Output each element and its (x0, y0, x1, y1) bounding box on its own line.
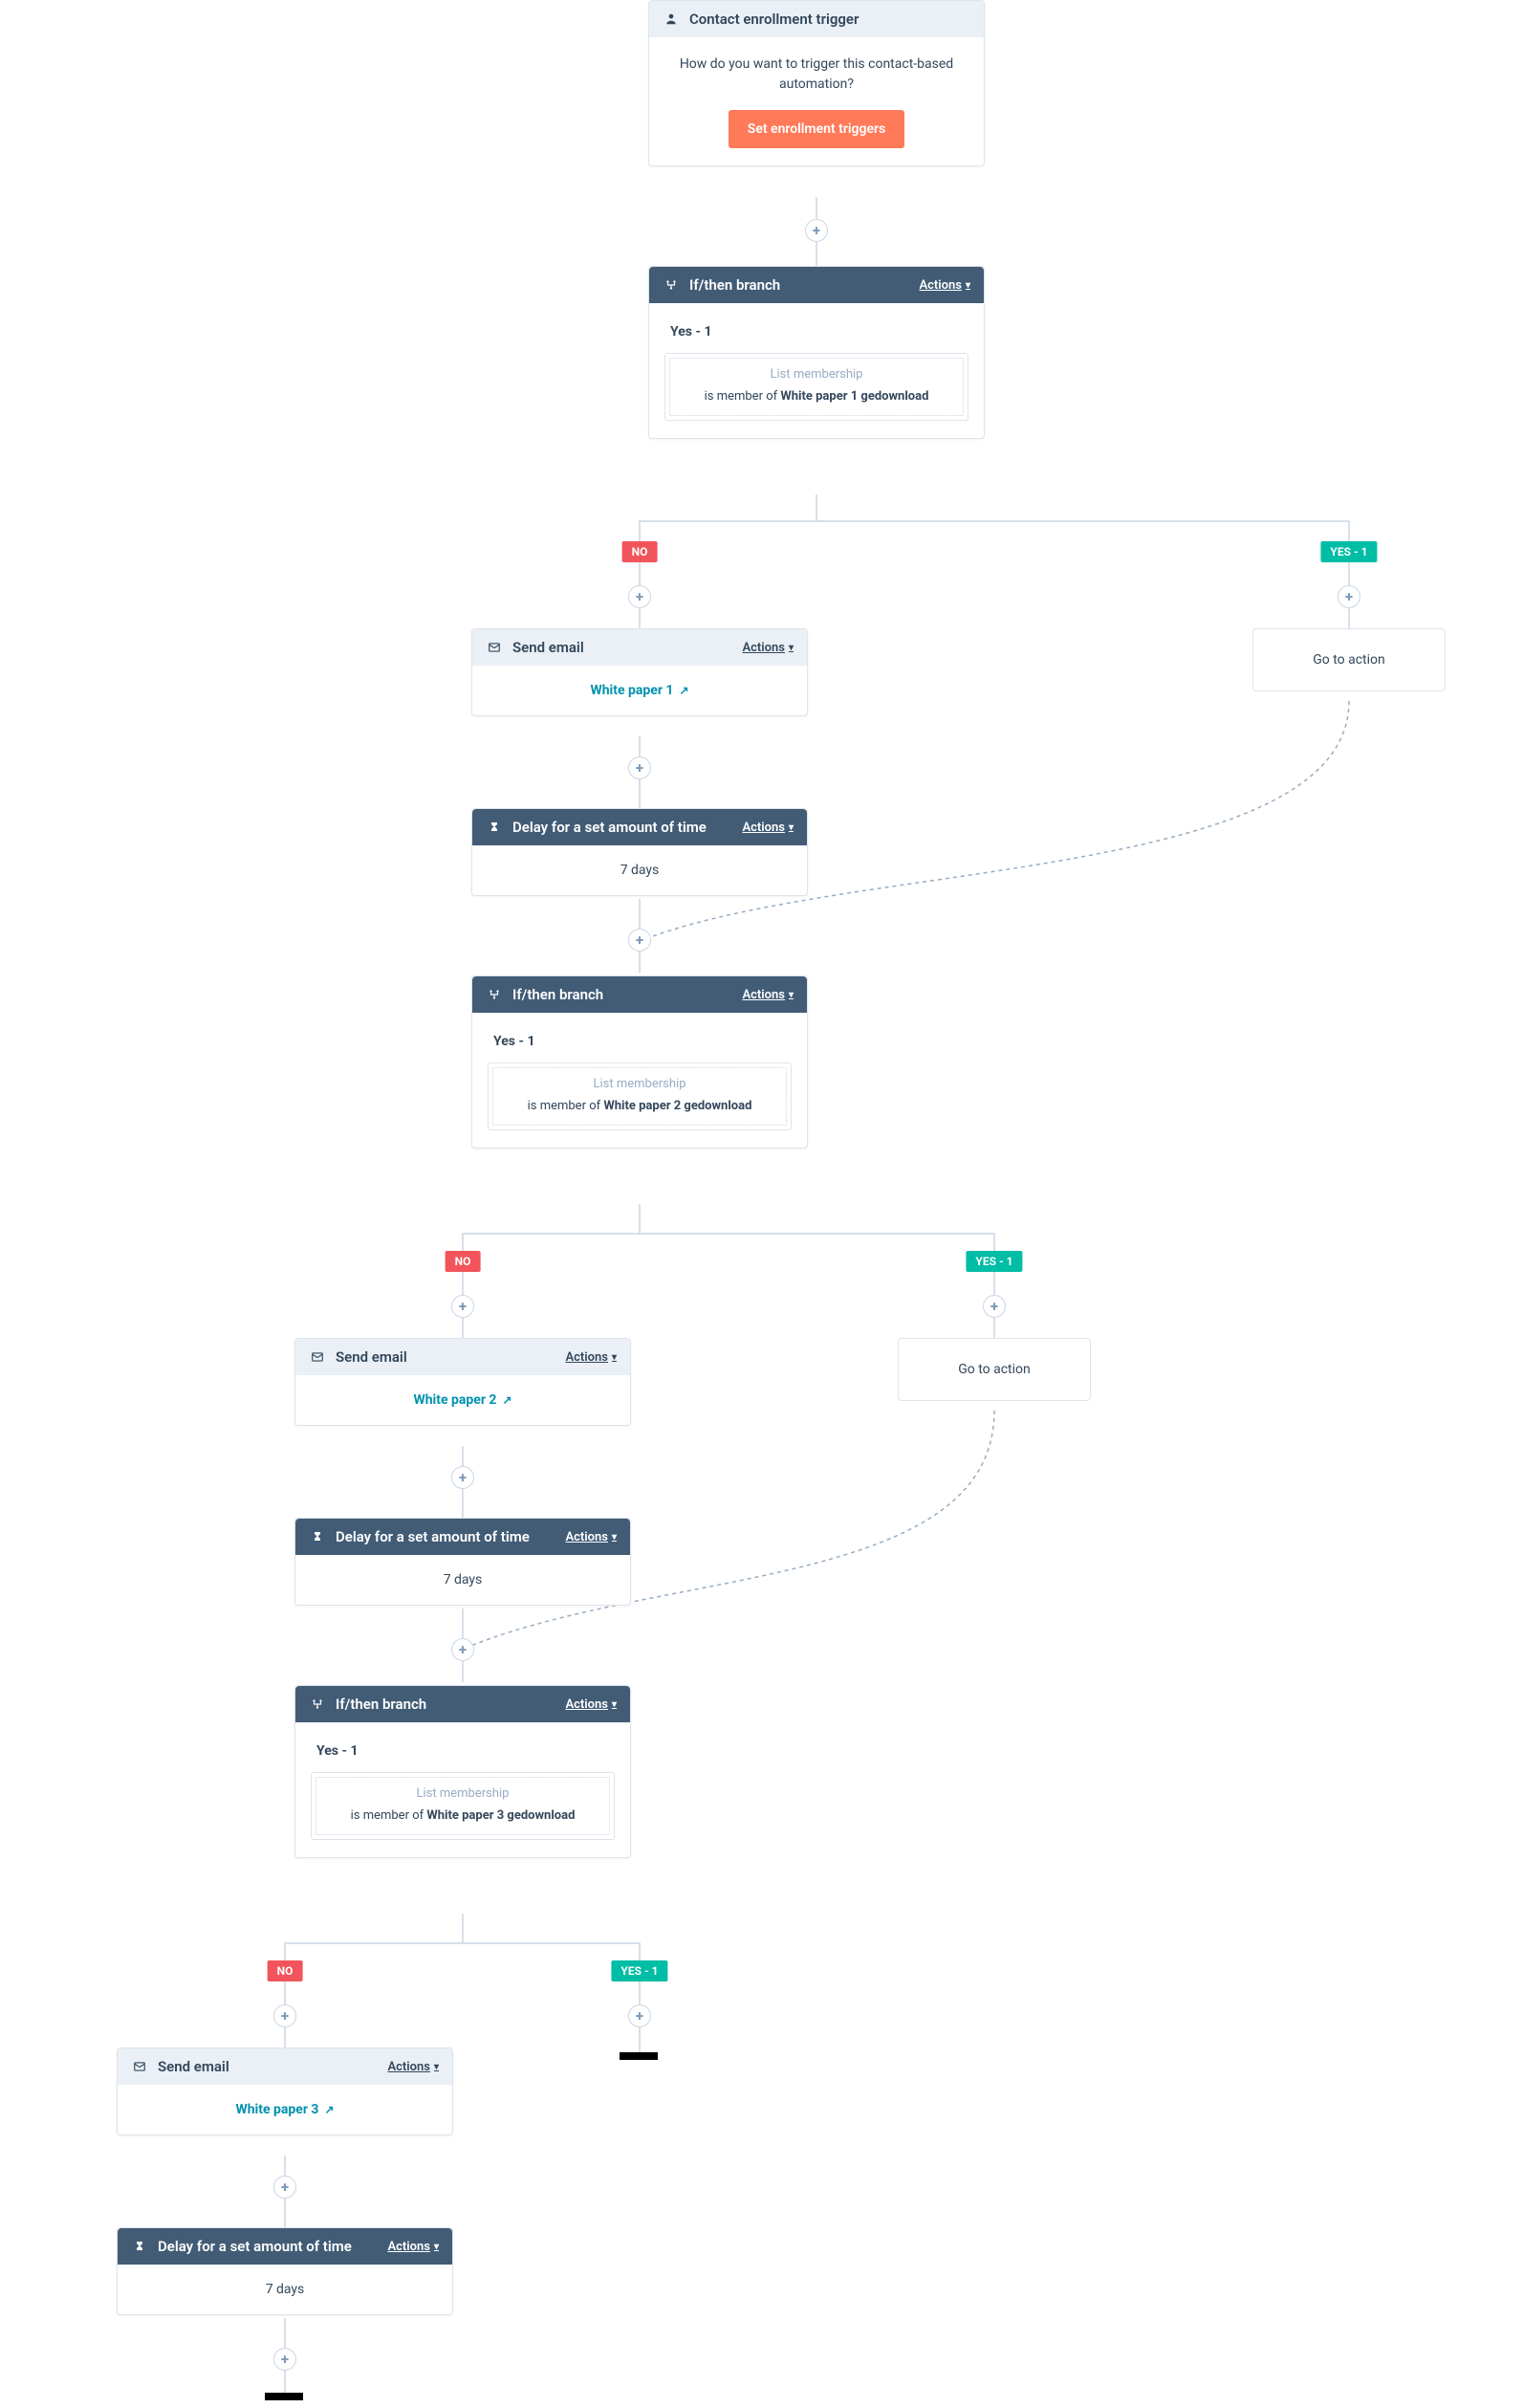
add-step-button[interactable]: + (1338, 585, 1360, 608)
yes-tag: YES - 1 (1320, 541, 1377, 562)
external-icon: ↗ (679, 684, 688, 697)
branch-icon (309, 1696, 326, 1713)
branch-icon (663, 276, 680, 294)
finish-icon (620, 2052, 660, 2068)
no-tag: NO (622, 541, 658, 562)
condition-box: List membership is member of White paper… (664, 353, 968, 421)
trigger-card[interactable]: Contact enrollment trigger How do you wa… (648, 0, 985, 166)
add-step-button[interactable]: + (451, 1466, 474, 1489)
actions-menu[interactable]: Actions▾ (387, 2240, 439, 2254)
add-step-button[interactable]: + (983, 1295, 1006, 1318)
actions-menu[interactable]: Actions▾ (565, 1697, 617, 1712)
actions-menu[interactable]: Actions▾ (742, 641, 794, 655)
hourglass-icon (309, 1528, 326, 1545)
mail-icon (131, 2058, 148, 2075)
actions-menu[interactable]: Actions▾ (565, 1350, 617, 1365)
branch-header: If/then branch Actions▾ (649, 267, 984, 303)
goto-action-1[interactable]: Go to action (1252, 628, 1446, 691)
delay-card-1[interactable]: Delay for a set amount of time Actions▾ … (471, 808, 808, 896)
chevron-down-icon: ▾ (966, 280, 970, 291)
actions-menu[interactable]: Actions▾ (387, 2060, 439, 2074)
email-link-3[interactable]: White paper 3↗ (235, 2102, 334, 2117)
goto-action-2[interactable]: Go to action (898, 1338, 1091, 1401)
add-step-button[interactable]: + (628, 929, 651, 952)
yes-tag: YES - 1 (611, 1960, 667, 1981)
trigger-header: Contact enrollment trigger (649, 1, 984, 37)
mail-icon (486, 639, 503, 656)
trigger-title: Contact enrollment trigger (689, 11, 859, 28)
hourglass-icon (131, 2238, 148, 2255)
delay-card-3[interactable]: Delay for a set amount of time Actions▾ … (117, 2227, 453, 2315)
hourglass-icon (486, 819, 503, 836)
trigger-question: How do you want to trigger this contact-… (664, 55, 968, 95)
send-email-card-3[interactable]: Send email Actions▾ White paper 3↗ (117, 2047, 453, 2135)
branch-card-1[interactable]: If/then branch Actions▾ Yes - 1 List mem… (648, 266, 985, 439)
branch-card-3[interactable]: If/then branch Actions▾ Yes - 1 List mem… (294, 1685, 631, 1858)
add-step-button[interactable]: + (451, 1638, 474, 1661)
add-step-button[interactable]: + (805, 219, 828, 242)
delay-card-2[interactable]: Delay for a set amount of time Actions▾ … (294, 1518, 631, 1606)
branch-card-2[interactable]: If/then branch Actions▾ Yes - 1 List mem… (471, 975, 808, 1149)
yes-tag: YES - 1 (966, 1251, 1022, 1272)
add-step-button[interactable]: + (273, 2176, 296, 2199)
branch-icon (486, 986, 503, 1003)
add-step-button[interactable]: + (273, 2004, 296, 2027)
add-step-button[interactable]: + (273, 2348, 296, 2371)
actions-menu[interactable]: Actions▾ (742, 988, 794, 1002)
email-link-1[interactable]: White paper 1↗ (590, 683, 688, 698)
send-email-card-1[interactable]: Send email Actions▾ White paper 1↗ (471, 628, 808, 716)
finish-icon (265, 2393, 305, 2408)
actions-menu[interactable]: Actions▾ (565, 1530, 617, 1544)
add-step-button[interactable]: + (628, 585, 651, 608)
mail-icon (309, 1348, 326, 1366)
person-icon (663, 11, 680, 28)
email-link-2[interactable]: White paper 2↗ (413, 1392, 511, 1408)
set-triggers-button[interactable]: Set enrollment triggers (729, 110, 904, 148)
add-step-button[interactable]: + (628, 756, 651, 779)
add-step-button[interactable]: + (628, 2004, 651, 2027)
send-email-card-2[interactable]: Send email Actions▾ White paper 2↗ (294, 1338, 631, 1426)
no-tag: NO (446, 1251, 481, 1272)
add-step-button[interactable]: + (451, 1295, 474, 1318)
no-tag: NO (268, 1960, 303, 1981)
actions-menu[interactable]: Actions▾ (919, 278, 970, 293)
actions-menu[interactable]: Actions▾ (742, 821, 794, 835)
